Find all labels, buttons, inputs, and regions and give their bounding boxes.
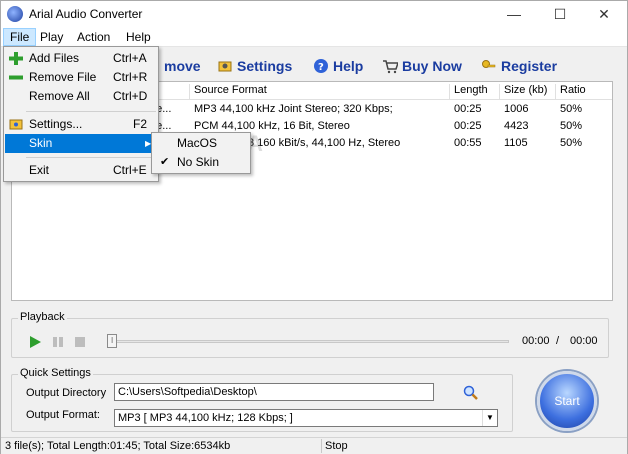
output-format-select[interactable]: MP3 [ MP3 44,100 kHz; 128 Kbps; ] ▼ [114, 409, 498, 427]
menu-item-skin[interactable]: Skin ▶ [5, 134, 157, 153]
stop-icon[interactable] [73, 335, 87, 349]
settings-icon [218, 61, 232, 72]
minus-icon [9, 75, 23, 80]
help-button[interactable]: ? Help [313, 56, 363, 76]
row-format: 3 160 kBit/s, 44,100 Hz, Stereo [248, 137, 401, 149]
row-size: 1006 [504, 103, 529, 115]
row-format: MP3 44,100 kHz Joint Stereo; 320 Kbps; [194, 103, 393, 115]
register-label: Register [501, 58, 558, 74]
key-icon [482, 60, 496, 68]
status-state: Stop [325, 440, 348, 452]
chevron-down-icon[interactable]: ▼ [482, 410, 497, 426]
svg-text:?: ? [318, 62, 324, 73]
plus-icon [9, 52, 23, 65]
menu-item-shortcut: Ctrl+E [113, 163, 147, 177]
help-icon: ? [314, 59, 328, 73]
menu-item-shortcut: F2 [133, 117, 148, 131]
total-time: 00:00 [570, 335, 598, 347]
output-format-value: MP3 [ MP3 44,100 kHz; 128 Kbps; ] [118, 412, 293, 424]
maximize-button[interactable]: ☐ [537, 1, 583, 27]
row-ratio: 50% [560, 137, 583, 149]
current-time: 00:00 [522, 335, 550, 347]
column-source-format[interactable]: Source Format [190, 84, 450, 100]
menu-item-remove-file[interactable]: Remove File Ctrl+R [5, 68, 157, 87]
row-size: 1105 [504, 137, 528, 149]
app-logo-icon [7, 6, 23, 22]
status-summary: 3 file(s); Total Length:01:45; Total Siz… [5, 440, 231, 452]
menu-divider [26, 157, 156, 158]
menu-item-exit[interactable]: Exit Ctrl+E [5, 161, 157, 180]
menu-item-add-files[interactable]: Add Files Ctrl+A [5, 49, 157, 68]
menu-item-label: Skin [29, 136, 53, 150]
register-button[interactable]: Register [481, 56, 557, 76]
menu-item-shortcut: Ctrl+A [113, 51, 147, 65]
menu-play[interactable]: Play [34, 28, 69, 46]
row-length: 00:25 [454, 103, 482, 115]
submenu-item-label: MacOS [177, 136, 218, 150]
skin-submenu: MacOS ✔ No Skin [151, 132, 251, 174]
app-window: Arial Audio Converter — ☐ ✕ File Play Ac… [0, 0, 628, 454]
buy-now-button[interactable]: Buy Now [382, 56, 462, 76]
start-button[interactable]: Start [537, 371, 597, 431]
close-button[interactable]: ✕ [581, 1, 627, 27]
column-length[interactable]: Length [450, 84, 500, 100]
remove-button[interactable]: move [164, 56, 201, 76]
window-title: Arial Audio Converter [29, 7, 143, 21]
cart-icon [383, 60, 398, 74]
menu-divider [26, 111, 156, 112]
menu-item-label: Exit [29, 163, 50, 177]
menu-item-label: Add Files [29, 51, 80, 65]
row-length: 00:25 [454, 120, 482, 132]
pause-icon[interactable] [51, 335, 65, 349]
slider-marker: I [111, 336, 114, 345]
row-length: 00:55 [454, 137, 482, 149]
output-directory-label: Output Directory [26, 387, 107, 399]
minimize-button[interactable]: — [491, 1, 537, 27]
title-bar: Arial Audio Converter — ☐ ✕ [1, 1, 627, 27]
menu-item-label: Remove File [29, 70, 97, 84]
menu-item-shortcut: Ctrl+D [113, 89, 148, 103]
playback-group: Playback [11, 311, 609, 358]
playback-label: Playback [18, 311, 67, 323]
status-divider [321, 439, 322, 453]
help-label: Help [333, 58, 364, 74]
menu-item-shortcut: Ctrl+R [113, 70, 148, 84]
file-menu-dropdown: Add Files Ctrl+A Remove File Ctrl+R Remo… [3, 46, 159, 182]
checkmark-icon: ✔ [160, 156, 170, 168]
settings-label: Settings [237, 58, 293, 74]
play-icon[interactable] [28, 335, 42, 349]
menu-action[interactable]: Action [71, 28, 116, 46]
settings-button[interactable]: Settings [217, 56, 292, 76]
seek-slider-track[interactable] [107, 340, 509, 343]
menu-item-label: Settings... [29, 117, 83, 131]
row-format: PCM 44,100 kHz, 16 Bit, Stereo [194, 120, 350, 132]
menu-item-remove-all[interactable]: Remove All Ctrl+D [5, 87, 157, 106]
row-ratio: 50% [560, 103, 583, 115]
buy-now-label: Buy Now [402, 58, 462, 74]
submenu-item-macos[interactable]: MacOS [153, 134, 249, 153]
seek-slider-thumb[interactable]: I [107, 334, 117, 348]
menu-file[interactable]: File [3, 28, 37, 46]
menu-item-label: Remove All [29, 89, 90, 103]
settings-icon [9, 119, 23, 130]
menu-bar: File Play Action Help [1, 27, 627, 47]
status-bar: 3 file(s); Total Length:01:45; Total Siz… [1, 437, 627, 454]
quick-settings-label: Quick Settings [18, 367, 93, 379]
row-ratio: 50% [560, 120, 583, 132]
row-size: 4423 [504, 120, 529, 132]
submenu-item-no-skin[interactable]: ✔ No Skin [153, 153, 249, 172]
menu-help[interactable]: Help [120, 28, 157, 46]
time-separator: / [556, 335, 560, 347]
column-size[interactable]: Size (kb) [500, 84, 556, 100]
column-ratio[interactable]: Ratio [556, 84, 612, 100]
output-directory-input[interactable]: C:\Users\Softpedia\Desktop\ [114, 383, 434, 401]
browse-search-icon[interactable] [463, 385, 479, 401]
menu-item-settings[interactable]: Settings... F2 [5, 115, 157, 134]
submenu-item-label: No Skin [177, 155, 220, 169]
output-format-label: Output Format: [26, 409, 100, 421]
